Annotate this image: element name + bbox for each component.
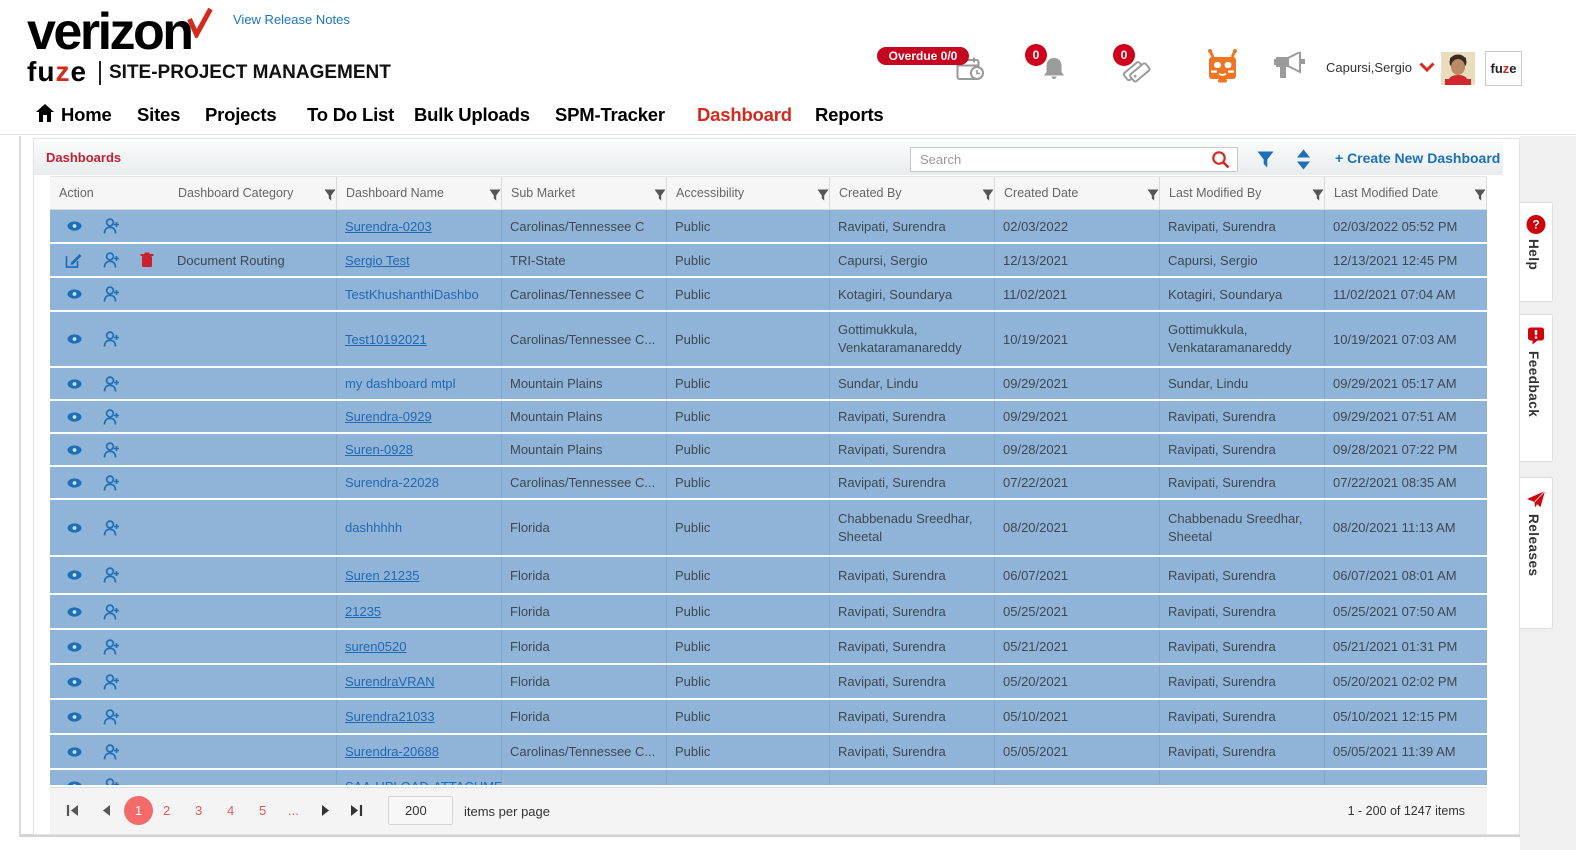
svg-text:?: ? bbox=[1532, 218, 1539, 232]
